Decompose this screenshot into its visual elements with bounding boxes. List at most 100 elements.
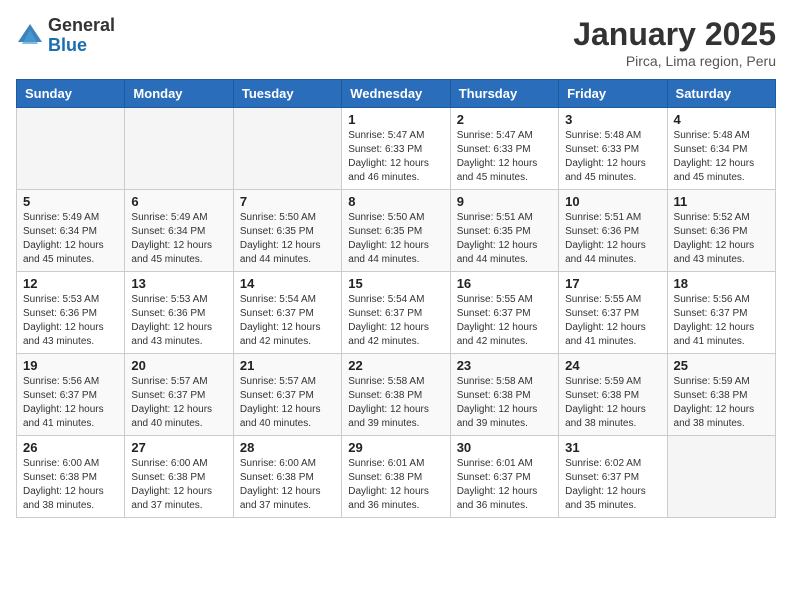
- calendar-cell: 2Sunrise: 5:47 AM Sunset: 6:33 PM Daylig…: [450, 108, 558, 190]
- day-detail: Sunrise: 6:01 AM Sunset: 6:38 PM Dayligh…: [348, 457, 443, 513]
- calendar-cell: 3 Sunrise: 5:48 AM Sunset: 6:33 PM Daylig…: [559, 108, 667, 190]
- calendar-cell: 6 Sunrise: 5:49 AM Sunset: 6:34 PM Daylig…: [125, 190, 233, 272]
- day-number: 20: [131, 358, 226, 373]
- calendar-cell: [233, 108, 341, 190]
- day-detail: Sunrise: 5:58 AM Sunset: 6:38 PM Dayligh…: [348, 375, 443, 431]
- day-detail: Sunrise: 5:57 AM Sunset: 6:37 PM Dayligh…: [240, 375, 335, 431]
- day-detail: Sunrise: 5:47 AM Sunset: 6:33 PM Dayligh…: [348, 129, 443, 185]
- calendar-cell: [667, 436, 775, 518]
- calendar-cell: 16 Sunrise: 5:55 AM Sunset: 6:37 PM Dayli…: [450, 272, 558, 354]
- day-detail: Sunrise: 5:57 AM Sunset: 6:37 PM Dayligh…: [131, 375, 226, 431]
- day-number: 15: [348, 276, 443, 291]
- logo: General Blue: [16, 16, 115, 56]
- day-number: 27: [131, 440, 226, 455]
- calendar-cell: 11 Sunrise: 5:52 AM Sunset: 6:36 PM Dayli…: [667, 190, 775, 272]
- day-detail: Sunrise: 5:48 AM Sunset: 6:33 PM Dayligh…: [565, 129, 660, 185]
- calendar-table: SundayMondayTuesdayWednesdayThursdayFrid…: [16, 79, 776, 518]
- day-detail: Sunrise: 5:49 AM Sunset: 6:34 PM Dayligh…: [23, 211, 118, 267]
- day-detail: Sunrise: 5:51 AM Sunset: 6:35 PM Dayligh…: [457, 211, 552, 267]
- page-header: General Blue January 2025 Pirca, Lima re…: [16, 16, 776, 69]
- calendar-cell: 31Sunrise: 6:02 AM Sunset: 6:37 PM Dayli…: [559, 436, 667, 518]
- calendar-week-5: 26Sunrise: 6:00 AM Sunset: 6:38 PM Dayli…: [17, 436, 776, 518]
- logo-text-general: General: [48, 15, 115, 35]
- day-detail: Sunrise: 5:55 AM Sunset: 6:37 PM Dayligh…: [565, 293, 660, 349]
- calendar-cell: 15Sunrise: 5:54 AM Sunset: 6:37 PM Dayli…: [342, 272, 450, 354]
- day-number: 14: [240, 276, 335, 291]
- calendar-cell: 13 Sunrise: 5:53 AM Sunset: 6:36 PM Dayli…: [125, 272, 233, 354]
- calendar-cell: 7 Sunrise: 5:50 AM Sunset: 6:35 PM Daylig…: [233, 190, 341, 272]
- day-number: 28: [240, 440, 335, 455]
- calendar-title: January 2025: [573, 16, 776, 53]
- day-number: 10: [565, 194, 660, 209]
- day-number: 30: [457, 440, 552, 455]
- day-detail: Sunrise: 6:00 AM Sunset: 6:38 PM Dayligh…: [23, 457, 118, 513]
- day-detail: Sunrise: 6:00 AM Sunset: 6:38 PM Dayligh…: [131, 457, 226, 513]
- calendar-cell: 23 Sunrise: 5:58 AM Sunset: 6:38 PM Dayli…: [450, 354, 558, 436]
- calendar-cell: 12 Sunrise: 5:53 AM Sunset: 6:36 PM Dayli…: [17, 272, 125, 354]
- logo-text-blue: Blue: [48, 35, 87, 55]
- day-number: 16: [457, 276, 552, 291]
- weekday-row: SundayMondayTuesdayWednesdayThursdayFrid…: [17, 80, 776, 108]
- calendar-cell: 17Sunrise: 5:55 AM Sunset: 6:37 PM Dayli…: [559, 272, 667, 354]
- day-detail: Sunrise: 5:53 AM Sunset: 6:36 PM Dayligh…: [131, 293, 226, 349]
- calendar-cell: 24 Sunrise: 5:59 AM Sunset: 6:38 PM Dayli…: [559, 354, 667, 436]
- day-number: 3: [565, 112, 660, 127]
- calendar-cell: 20 Sunrise: 5:57 AM Sunset: 6:37 PM Dayli…: [125, 354, 233, 436]
- day-number: 23: [457, 358, 552, 373]
- day-number: 19: [23, 358, 118, 373]
- day-detail: Sunrise: 6:00 AM Sunset: 6:38 PM Dayligh…: [240, 457, 335, 513]
- day-detail: Sunrise: 5:55 AM Sunset: 6:37 PM Dayligh…: [457, 293, 552, 349]
- day-number: 12: [23, 276, 118, 291]
- day-detail: Sunrise: 5:52 AM Sunset: 6:36 PM Dayligh…: [674, 211, 769, 267]
- day-number: 25: [674, 358, 769, 373]
- day-detail: Sunrise: 6:01 AM Sunset: 6:37 PM Dayligh…: [457, 457, 552, 513]
- day-detail: Sunrise: 5:53 AM Sunset: 6:36 PM Dayligh…: [23, 293, 118, 349]
- calendar-cell: 22 Sunrise: 5:58 AM Sunset: 6:38 PM Dayli…: [342, 354, 450, 436]
- day-detail: Sunrise: 5:58 AM Sunset: 6:38 PM Dayligh…: [457, 375, 552, 431]
- day-number: 21: [240, 358, 335, 373]
- calendar-cell: 18Sunrise: 5:56 AM Sunset: 6:37 PM Dayli…: [667, 272, 775, 354]
- calendar-cell: 26Sunrise: 6:00 AM Sunset: 6:38 PM Dayli…: [17, 436, 125, 518]
- calendar-cell: 14 Sunrise: 5:54 AM Sunset: 6:37 PM Dayli…: [233, 272, 341, 354]
- calendar-cell: 21 Sunrise: 5:57 AM Sunset: 6:37 PM Dayli…: [233, 354, 341, 436]
- day-detail: Sunrise: 5:48 AM Sunset: 6:34 PM Dayligh…: [674, 129, 769, 185]
- calendar-week-2: 5 Sunrise: 5:49 AM Sunset: 6:34 PM Daylig…: [17, 190, 776, 272]
- calendar-cell: 8Sunrise: 5:50 AM Sunset: 6:35 PM Daylig…: [342, 190, 450, 272]
- day-number: 6: [131, 194, 226, 209]
- weekday-header-sunday: Sunday: [17, 80, 125, 108]
- calendar-cell: 27 Sunrise: 6:00 AM Sunset: 6:38 PM Dayli…: [125, 436, 233, 518]
- day-detail: Sunrise: 5:49 AM Sunset: 6:34 PM Dayligh…: [131, 211, 226, 267]
- day-detail: Sunrise: 5:50 AM Sunset: 6:35 PM Dayligh…: [240, 211, 335, 267]
- day-number: 13: [131, 276, 226, 291]
- day-number: 7: [240, 194, 335, 209]
- calendar-subtitle: Pirca, Lima region, Peru: [573, 53, 776, 69]
- day-detail: Sunrise: 5:51 AM Sunset: 6:36 PM Dayligh…: [565, 211, 660, 267]
- calendar-cell: 19 Sunrise: 5:56 AM Sunset: 6:37 PM Dayli…: [17, 354, 125, 436]
- calendar-cell: 5 Sunrise: 5:49 AM Sunset: 6:34 PM Daylig…: [17, 190, 125, 272]
- day-number: 24: [565, 358, 660, 373]
- weekday-header-saturday: Saturday: [667, 80, 775, 108]
- day-number: 11: [674, 194, 769, 209]
- day-number: 5: [23, 194, 118, 209]
- day-detail: Sunrise: 5:56 AM Sunset: 6:37 PM Dayligh…: [674, 293, 769, 349]
- calendar-cell: [17, 108, 125, 190]
- calendar-cell: 28 Sunrise: 6:00 AM Sunset: 6:38 PM Dayli…: [233, 436, 341, 518]
- day-detail: Sunrise: 5:54 AM Sunset: 6:37 PM Dayligh…: [240, 293, 335, 349]
- day-detail: Sunrise: 6:02 AM Sunset: 6:37 PM Dayligh…: [565, 457, 660, 513]
- day-detail: Sunrise: 5:56 AM Sunset: 6:37 PM Dayligh…: [23, 375, 118, 431]
- day-detail: Sunrise: 5:59 AM Sunset: 6:38 PM Dayligh…: [565, 375, 660, 431]
- calendar-week-3: 12 Sunrise: 5:53 AM Sunset: 6:36 PM Dayli…: [17, 272, 776, 354]
- title-area: January 2025 Pirca, Lima region, Peru: [573, 16, 776, 69]
- day-number: 4: [674, 112, 769, 127]
- calendar-body: 1Sunrise: 5:47 AM Sunset: 6:33 PM Daylig…: [17, 108, 776, 518]
- logo-icon: [16, 22, 44, 50]
- calendar-cell: 10 Sunrise: 5:51 AM Sunset: 6:36 PM Dayli…: [559, 190, 667, 272]
- calendar-cell: 4 Sunrise: 5:48 AM Sunset: 6:34 PM Daylig…: [667, 108, 775, 190]
- calendar-cell: 30 Sunrise: 6:01 AM Sunset: 6:37 PM Dayli…: [450, 436, 558, 518]
- weekday-header-thursday: Thursday: [450, 80, 558, 108]
- day-number: 22: [348, 358, 443, 373]
- calendar-week-4: 19 Sunrise: 5:56 AM Sunset: 6:37 PM Dayli…: [17, 354, 776, 436]
- weekday-header-tuesday: Tuesday: [233, 80, 341, 108]
- day-detail: Sunrise: 5:47 AM Sunset: 6:33 PM Dayligh…: [457, 129, 552, 185]
- weekday-header-wednesday: Wednesday: [342, 80, 450, 108]
